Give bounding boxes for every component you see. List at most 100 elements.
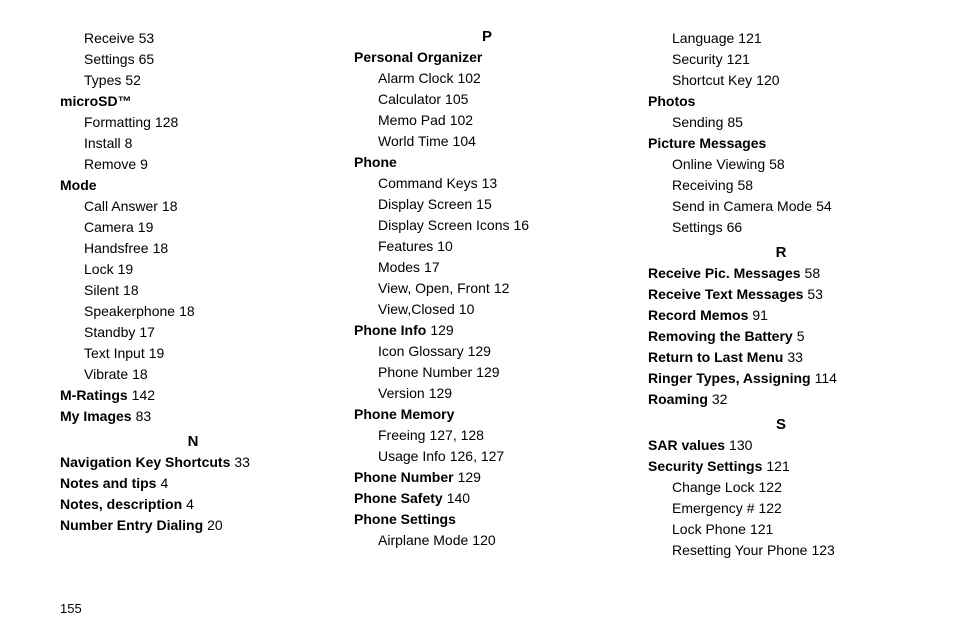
entry-label: Receive Text Messages xyxy=(648,286,803,302)
entry-label: Receive xyxy=(84,30,135,46)
entry-page: 121 xyxy=(727,51,750,67)
index-topic: Phone Safety140 xyxy=(354,488,620,509)
entry-label: Formatting xyxy=(84,114,151,130)
index-topic: Receive Pic. Messages58 xyxy=(648,263,914,284)
index-topic-phone-memory: Phone Memory xyxy=(354,404,620,425)
entry-page: 18 xyxy=(162,198,178,214)
index-subentry: Alarm Clock102 xyxy=(354,68,620,89)
entry-label: Standby xyxy=(84,324,135,340)
entry-label: Command Keys xyxy=(378,175,478,191)
entry-page: 16 xyxy=(514,217,530,233)
entry-label: View,Closed xyxy=(378,301,455,317)
section-heading-n: N xyxy=(60,433,326,450)
index-subentry: Text Input19 xyxy=(60,343,326,364)
index-topic-phone: Phone xyxy=(354,152,620,173)
index-subentry: Lock Phone121 xyxy=(648,519,914,540)
entry-page: 20 xyxy=(207,517,223,533)
index-subentry: View, Open, Front12 xyxy=(354,278,620,299)
entry-page: 32 xyxy=(712,391,728,407)
index-subentry: Receive53 xyxy=(60,28,326,49)
entry-page: 15 xyxy=(476,196,492,212)
entry-label: Roaming xyxy=(648,391,708,407)
entry-label: Resetting Your Phone xyxy=(672,542,807,558)
index-subentry: Silent18 xyxy=(60,280,326,301)
index-subentry: Version129 xyxy=(354,383,620,404)
entry-label: Features xyxy=(378,238,433,254)
entry-label: View, Open, Front xyxy=(378,280,490,296)
entry-label: Sending xyxy=(672,114,723,130)
section-heading-p: P xyxy=(354,28,620,45)
index-subentry: Memo Pad102 xyxy=(354,110,620,131)
entry-page: 83 xyxy=(136,408,152,424)
entry-label: Text Input xyxy=(84,345,145,361)
index-subentry: Install8 xyxy=(60,133,326,154)
index-topic: Removing the Battery5 xyxy=(648,326,914,347)
entry-page: 114 xyxy=(815,370,837,386)
entry-label: Emergency # xyxy=(672,500,754,516)
entry-page: 122 xyxy=(758,500,781,516)
entry-label: Handsfree xyxy=(84,240,149,256)
entry-label: Remove xyxy=(84,156,136,172)
entry-page: 121 xyxy=(738,30,761,46)
entry-page: 10 xyxy=(459,301,475,317)
entry-label: Change Lock xyxy=(672,479,755,495)
entry-page-2: 128 xyxy=(461,427,484,443)
entry-label: Record Memos xyxy=(648,307,748,323)
index-subentry: Change Lock122 xyxy=(648,477,914,498)
entry-label: Settings xyxy=(84,51,135,67)
index-subentry: Display Screen Icons16 xyxy=(354,215,620,236)
index-subentry: Receiving58 xyxy=(648,175,914,196)
entry-page: 130 xyxy=(729,437,752,453)
entry-page: 66 xyxy=(727,219,743,235)
section-heading-s: S xyxy=(648,416,914,433)
entry-page: 102 xyxy=(450,112,473,128)
index-subentry: Remove9 xyxy=(60,154,326,175)
index-topic-microsd: microSD™ xyxy=(60,91,326,112)
index-topic: Phone Number129 xyxy=(354,467,620,488)
index-columns: Receive53 Settings65 Types52 microSD™ Fo… xyxy=(60,28,914,588)
index-subentry: Lock19 xyxy=(60,259,326,280)
index-subentry: Airplane Mode120 xyxy=(354,530,620,551)
index-subentry: Formatting128 xyxy=(60,112,326,133)
entry-page: 142 xyxy=(132,387,155,403)
entry-page: 129 xyxy=(458,469,481,485)
index-subentry-usage: Usage Info126, 127 xyxy=(354,446,620,467)
entry-page: 54 xyxy=(816,198,832,214)
entry-label: Return to Last Menu xyxy=(648,349,783,365)
index-subentry: Online Viewing58 xyxy=(648,154,914,175)
entry-page: 104 xyxy=(453,133,476,149)
index-subentry: World Time104 xyxy=(354,131,620,152)
index-subentry-freeing: Freeing127, 128 xyxy=(354,425,620,446)
entry-label: Types xyxy=(84,72,121,88)
column-2: P Personal Organizer Alarm Clock102 Calc… xyxy=(354,28,620,588)
entry-label: SAR values xyxy=(648,437,725,453)
index-topic-phone-info: Phone Info129 xyxy=(354,320,620,341)
index-topic: Record Memos91 xyxy=(648,305,914,326)
entry-label: Display Screen xyxy=(378,196,472,212)
entry-page: 65 xyxy=(139,51,155,67)
entry-label: Memo Pad xyxy=(378,112,446,128)
entry-page: 4 xyxy=(160,475,168,491)
index-subentry: Icon Glossary129 xyxy=(354,341,620,362)
entry-page: 18 xyxy=(153,240,169,256)
index-topic: Return to Last Menu33 xyxy=(648,347,914,368)
entry-label: Ringer Types, Assigning xyxy=(648,370,811,386)
entry-label: Settings xyxy=(672,219,723,235)
index-subentry: Call Answer18 xyxy=(60,196,326,217)
entry-page: 91 xyxy=(752,307,768,323)
entry-page: 9 xyxy=(140,156,148,172)
entry-label: Camera xyxy=(84,219,134,235)
entry-label: Lock xyxy=(84,261,114,277)
index-subentry: Handsfree18 xyxy=(60,238,326,259)
entry-label: Alarm Clock xyxy=(378,70,453,86)
index-subentry: Command Keys13 xyxy=(354,173,620,194)
entry-label: Calculator xyxy=(378,91,441,107)
index-subentry: Resetting Your Phone123 xyxy=(648,540,914,561)
index-topic-myimages: My Images83 xyxy=(60,406,326,427)
entry-label: Usage Info xyxy=(378,448,446,464)
index-subentry: Emergency #122 xyxy=(648,498,914,519)
entry-label: Navigation Key Shortcuts xyxy=(60,454,230,470)
entry-page: 19 xyxy=(149,345,165,361)
index-subentry: Phone Number129 xyxy=(354,362,620,383)
index-subentry: Shortcut Key120 xyxy=(648,70,914,91)
